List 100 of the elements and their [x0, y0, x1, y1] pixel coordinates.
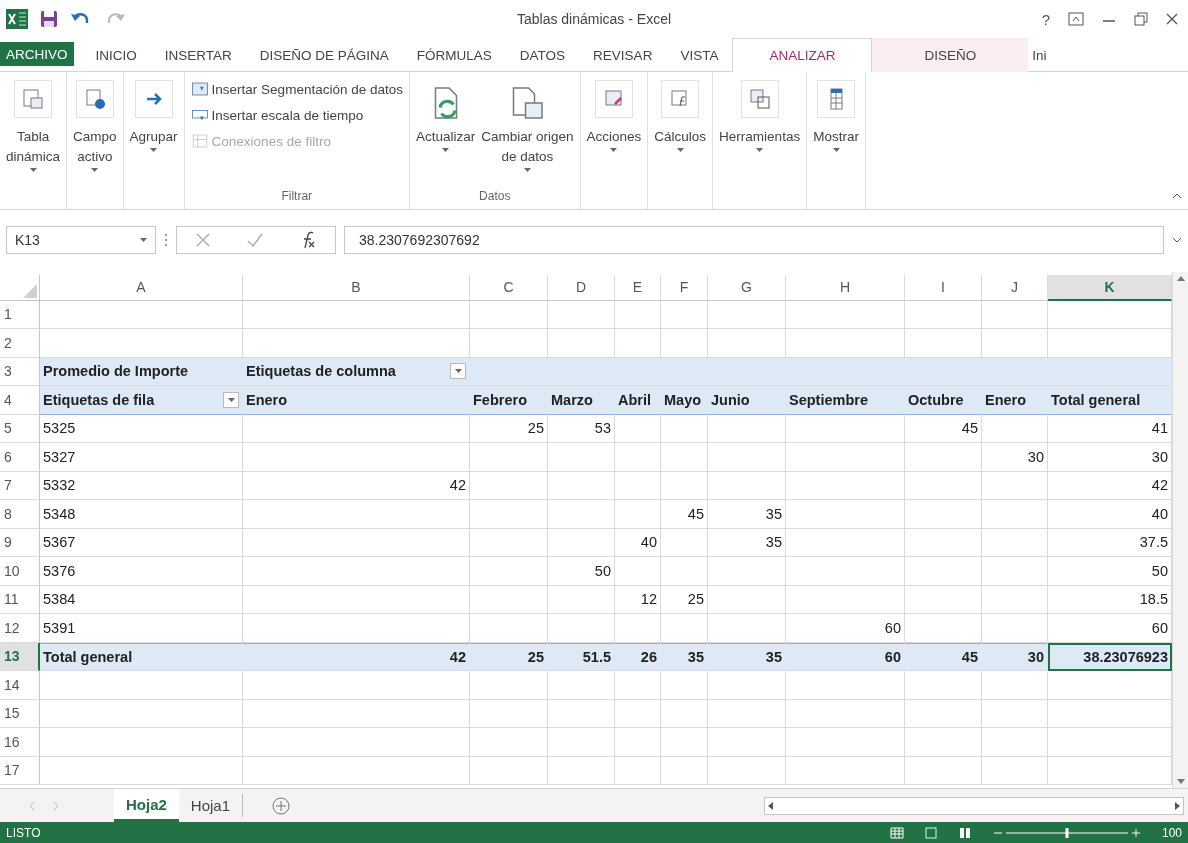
- close-icon[interactable]: [1166, 13, 1178, 25]
- row-header[interactable]: 5: [0, 414, 40, 443]
- help-button[interactable]: ?: [1041, 10, 1050, 28]
- ribbon-tab[interactable]: FÓRMULAS: [402, 38, 506, 72]
- row-header[interactable]: 2: [0, 329, 40, 358]
- row-header[interactable]: 3: [0, 357, 40, 386]
- row-header[interactable]: 6: [0, 443, 40, 472]
- ribbon-tab[interactable]: DISEÑO: [872, 38, 1029, 72]
- slider-thumb[interactable]: [1065, 827, 1069, 838]
- tools-icon: [747, 87, 772, 111]
- sheet-tab[interactable]: Hoja2: [114, 789, 179, 822]
- ribbon-button[interactable]: Herramientas: [717, 78, 803, 189]
- table-cell: Mayo: [661, 386, 708, 415]
- table-cell: 5367: [40, 528, 243, 557]
- column-header[interactable]: H: [786, 274, 905, 301]
- table-cell: [548, 699, 615, 728]
- expand-icon[interactable]: [1172, 237, 1182, 243]
- table-cell: 42: [243, 471, 470, 500]
- spreadsheet-logo[interactable]: [6, 9, 28, 29]
- column-header[interactable]: K: [1048, 274, 1172, 301]
- normal-view-icon[interactable]: [889, 826, 904, 839]
- row-header[interactable]: 1: [0, 300, 40, 329]
- ribbon-button[interactable]: Cálculos: [652, 78, 709, 189]
- scroll-down-icon[interactable]: [1176, 779, 1185, 784]
- row-header[interactable]: 11: [0, 585, 40, 614]
- ribbon-button[interactable]: Campo activo: [71, 78, 119, 189]
- row-header[interactable]: 10: [0, 557, 40, 586]
- ribbon-tab[interactable]: REVISAR: [579, 38, 667, 72]
- group-label: Filtrar: [280, 189, 314, 205]
- zoom-slider[interactable]: [991, 826, 1142, 839]
- ribbon-button[interactable]: Insertar Segmentación de datos: [188, 78, 405, 100]
- ribbon-tab[interactable]: INICIO: [81, 38, 151, 72]
- ribbon-button[interactable]: Tabla dinámica: [4, 78, 63, 189]
- table-cell: [661, 329, 708, 358]
- table-cell: [548, 443, 615, 472]
- table-cell: [661, 728, 708, 757]
- table-cell: Enero: [243, 386, 470, 415]
- filter-button[interactable]: [223, 391, 239, 408]
- row-header[interactable]: 15: [0, 699, 40, 728]
- page-layout-icon[interactable]: [923, 826, 938, 839]
- column-header[interactable]: G: [708, 274, 786, 301]
- table-cell: [615, 443, 661, 472]
- ribbon-tab[interactable]: INSERTAR: [150, 38, 246, 72]
- row-header[interactable]: 14: [0, 671, 40, 700]
- table-cell: [982, 728, 1048, 757]
- ribbon-tab[interactable]: ANALIZAR: [732, 38, 873, 72]
- ribbon-button[interactable]: Insertar escala de tiempo: [188, 104, 405, 126]
- column-header[interactable]: I: [905, 274, 982, 301]
- row-header[interactable]: 7: [0, 471, 40, 500]
- column-header[interactable]: A: [40, 274, 243, 301]
- column-header[interactable]: C: [470, 274, 548, 301]
- window-title: Tablas dinámicas - Excel: [516, 11, 672, 27]
- ribbon-tab[interactable]: DATOS: [505, 38, 580, 72]
- ribbon-tab[interactable]: ARCHIVO: [0, 42, 74, 66]
- slicer-icon: [190, 80, 209, 98]
- ribbon-button[interactable]: Acciones: [584, 78, 644, 189]
- ribbon-display-icon[interactable]: [1068, 12, 1084, 26]
- table-cell: 40: [615, 528, 661, 557]
- table-cell: 50: [548, 557, 615, 586]
- column-header[interactable]: B: [243, 274, 470, 301]
- ribbon-tab[interactable]: DISEÑO DE PÁGINA: [245, 38, 403, 72]
- cancel-icon[interactable]: [194, 232, 211, 248]
- row-header[interactable]: 12: [0, 614, 40, 643]
- scroll-up-icon[interactable]: [1176, 276, 1185, 281]
- table-cell: [548, 614, 615, 643]
- caret-icon: [227, 397, 235, 402]
- collapse-icon[interactable]: [1172, 193, 1182, 199]
- ribbon-tab[interactable]: Ini: [1028, 38, 1051, 72]
- filter-button[interactable]: [450, 363, 466, 380]
- ribbon-button[interactable]: Cambiar origen de datos: [479, 78, 576, 189]
- table-cell: [982, 671, 1048, 700]
- row-header[interactable]: 13: [0, 642, 40, 671]
- column-header[interactable]: F: [661, 274, 708, 301]
- zoom-level[interactable]: 100: [1161, 825, 1182, 840]
- ribbon-button[interactable]: Actualizar: [413, 78, 478, 189]
- table-cell: [982, 756, 1048, 785]
- scroll-right-icon[interactable]: [1175, 801, 1180, 810]
- column-header[interactable]: J: [982, 274, 1048, 301]
- scroll-left-icon[interactable]: [768, 801, 773, 810]
- check-icon[interactable]: [246, 232, 264, 248]
- row-header[interactable]: 4: [0, 386, 40, 415]
- column-header[interactable]: E: [615, 274, 661, 301]
- ribbon-tab[interactable]: VISTA: [666, 38, 733, 72]
- page-break-icon[interactable]: [957, 826, 972, 839]
- add-sheet-icon[interactable]: [271, 795, 292, 816]
- table-cell: Junio: [708, 386, 786, 415]
- table-cell: [982, 557, 1048, 586]
- row-header[interactable]: 8: [0, 500, 40, 529]
- formula-field[interactable]: 38.2307692307692: [344, 226, 1164, 254]
- save-icon[interactable]: [40, 10, 58, 28]
- ribbon-button[interactable]: Mostrar: [811, 78, 861, 189]
- restore-icon[interactable]: [1134, 12, 1148, 26]
- sheet-tab[interactable]: Hoja1: [178, 793, 244, 818]
- column-header[interactable]: D: [548, 274, 615, 301]
- table-cell: [615, 614, 661, 643]
- row-header[interactable]: 16: [0, 728, 40, 757]
- name-box[interactable]: K13: [6, 226, 156, 254]
- row-header[interactable]: 17: [0, 756, 40, 785]
- row-header[interactable]: 9: [0, 528, 40, 557]
- ribbon-button[interactable]: Agrupar: [127, 78, 180, 189]
